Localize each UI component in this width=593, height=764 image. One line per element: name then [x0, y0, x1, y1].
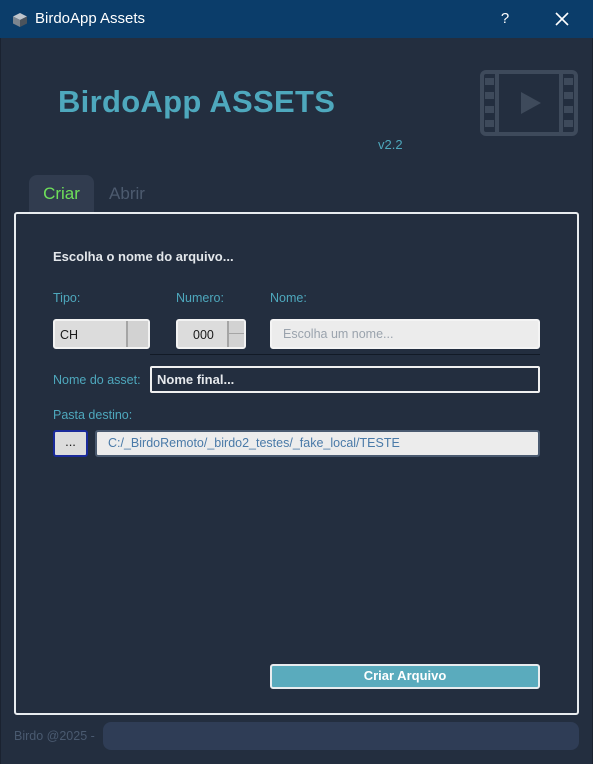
destination-path-field[interactable]: C:/_BirdoRemoto/_birdo2_testes/_fake_loc… [95, 430, 540, 457]
tab-abrir[interactable]: Abrir [98, 175, 156, 213]
tipo-dropdown[interactable]: CH [53, 319, 150, 349]
form-heading: Escolha o nome do arquivo... [53, 249, 234, 264]
create-file-button[interactable]: Criar Arquivo [270, 664, 540, 689]
pasta-label: Pasta destino: [53, 408, 133, 422]
asset-name-field[interactable]: Nome final... [150, 366, 540, 393]
status-bar [103, 722, 579, 750]
create-panel [14, 212, 579, 715]
numero-spinbox[interactable]: 000 [176, 319, 246, 349]
numero-value: 000 [193, 328, 214, 342]
window-title: BirdoApp Assets [35, 10, 146, 27]
asset-label: Nome do asset: [53, 373, 141, 387]
numero-label: Numero: [176, 291, 224, 305]
app-logo-title: BirdoApp ASSETS [58, 84, 336, 119]
tipo-label: Tipo: [53, 291, 81, 305]
nome-input[interactable]: Escolha um nome... [270, 319, 540, 349]
close-icon [555, 12, 569, 26]
close-button[interactable] [545, 0, 580, 38]
title-bar: BirdoApp Assets ? [0, 0, 593, 38]
version-label: v2.2 [378, 137, 403, 152]
tipo-value: CH [60, 328, 79, 342]
tab-criar[interactable]: Criar [29, 175, 94, 213]
cube-icon [13, 13, 27, 27]
film-play-icon [480, 70, 578, 136]
footer-text: Birdo @2025 - [14, 729, 95, 743]
help-button[interactable]: ? [490, 0, 520, 38]
dropdown-arrow-icon [126, 321, 148, 347]
spin-buttons-icon[interactable] [227, 321, 244, 347]
browse-button[interactable]: ... [53, 430, 88, 457]
nome-label: Nome: [270, 291, 307, 305]
divider [150, 354, 540, 355]
